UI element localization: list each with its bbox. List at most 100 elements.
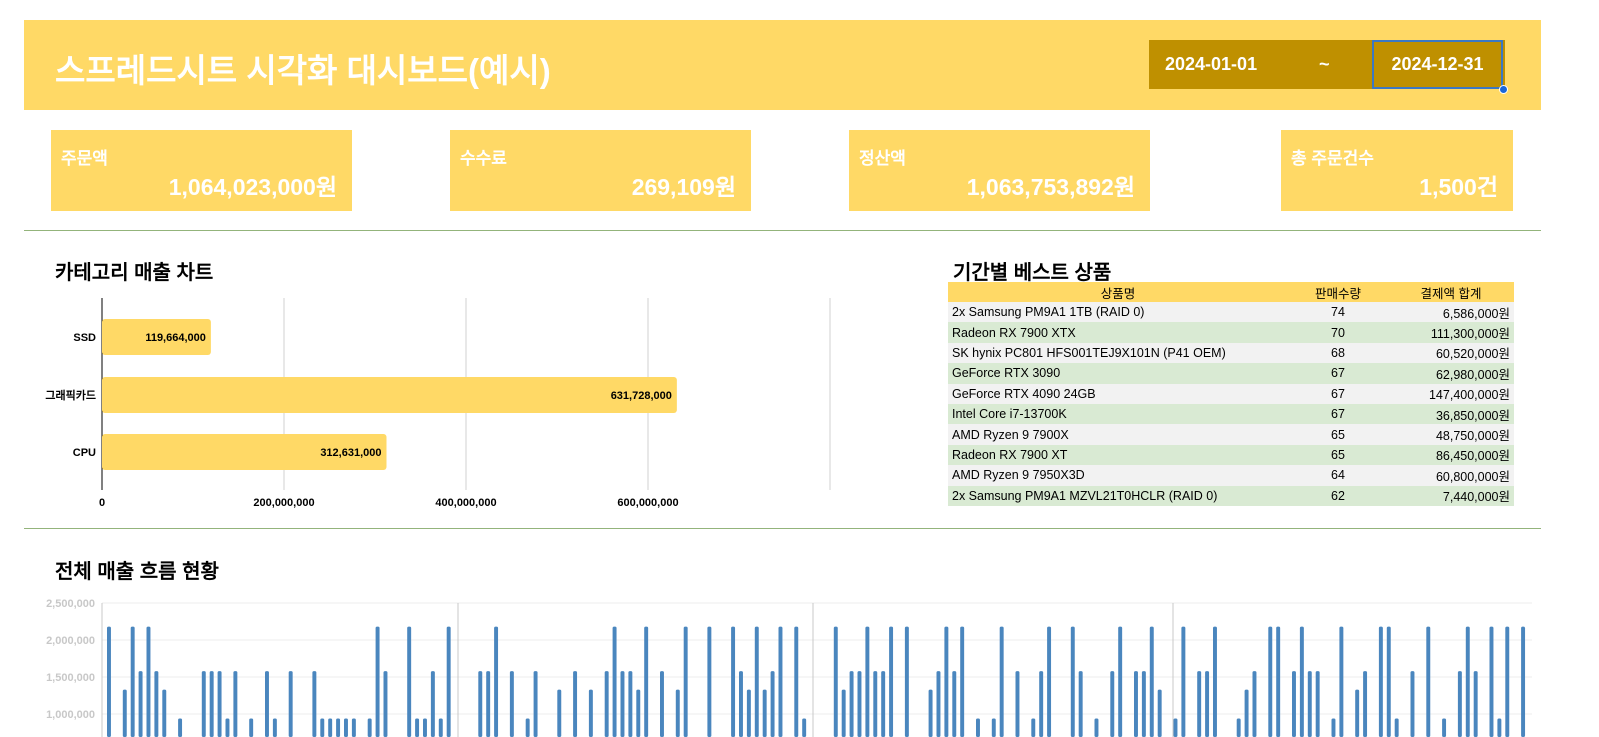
table-row[interactable]: AMD Ryzen 9 7900X 65 48,750,000원: [948, 424, 1514, 445]
table-row[interactable]: Radeon RX 7900 XT 65 86,450,000원: [948, 444, 1514, 466]
y-tick-label: 2,500,000: [46, 598, 95, 610]
sales-bar: [857, 671, 862, 737]
category-chart-title: 카테고리 매출 차트: [55, 262, 214, 284]
sales-bar: [873, 671, 878, 737]
table-row[interactable]: SK hynix PC801 HFS001TEJ9X101N (P41 OEM)…: [948, 342, 1514, 364]
sales-bar: [1070, 626, 1075, 737]
sales-bar: [1394, 718, 1399, 737]
start-date-cell[interactable]: 2024-01-01: [1165, 40, 1257, 89]
sales-bar: [1378, 626, 1383, 737]
sales-bar: [762, 689, 767, 737]
x-tick-label: 600,000,000: [617, 497, 678, 509]
sales-bar: [438, 718, 443, 737]
table-row[interactable]: AMD Ryzen 9 7950X3D 64 60,800,000원: [948, 465, 1514, 486]
sales-bar: [146, 626, 151, 737]
sales-bar: [952, 671, 957, 737]
sales-bar: [1307, 671, 1312, 737]
sales-bar: [904, 626, 909, 737]
sales-bar: [1268, 626, 1273, 737]
kpi-label: 수수료: [460, 149, 507, 168]
sales-bar: [1110, 671, 1115, 737]
kpi-label: 정산액: [859, 149, 906, 168]
bar-value-label: 312,631,000: [320, 447, 381, 459]
cell-qty: 64: [1288, 465, 1388, 486]
table-row[interactable]: 2x Samsung PM9A1 MZVL21T0HCLR (RAID 0) 62…: [948, 485, 1514, 506]
section-divider: [24, 528, 1541, 529]
sales-bar: [794, 626, 799, 737]
cell-amount: 60,800,000원: [1388, 465, 1514, 486]
sales-bar: [865, 626, 870, 737]
cell-qty: 68: [1288, 342, 1388, 364]
sales-bar: [1157, 689, 1162, 737]
kpi-label: 주문액: [61, 149, 108, 168]
sales-bar: [178, 718, 183, 737]
sales-bar: [1465, 626, 1470, 737]
x-tick-label: 200,000,000: [253, 497, 314, 509]
sales-bar: [636, 689, 641, 737]
cell-product-name: Radeon RX 7900 XT: [948, 444, 1288, 466]
sales-bar: [509, 671, 514, 737]
dashboard-title: 스프레드시트 시각화 대시보드(예시): [55, 52, 551, 89]
sales-bar: [1047, 626, 1052, 737]
best-products-title: 기간별 베스트 상품: [953, 262, 1112, 284]
table-row[interactable]: 2x Samsung PM9A1 1TB (RAID 0) 74 6,586,000…: [948, 302, 1514, 323]
cell-qty: 65: [1288, 424, 1388, 445]
bar-1: [102, 377, 677, 413]
sales-bar: [130, 626, 135, 737]
category-label: CPU: [73, 447, 96, 459]
sales-bar: [383, 671, 388, 737]
sales-bar: [1015, 671, 1020, 737]
sales-bar: [312, 671, 317, 737]
sales-bar: [154, 671, 159, 737]
cell-product-name: 2x Samsung PM9A1 1TB (RAID 0): [948, 302, 1288, 323]
sales-bar: [881, 671, 886, 737]
cell-product-name: Intel Core i7-13700K: [948, 403, 1288, 425]
kpi-order-amount: 주문액 1,064,023,000원: [51, 130, 352, 211]
sales-bar: [162, 689, 167, 737]
sales-bar: [1141, 671, 1146, 737]
cell-qty: 62: [1288, 485, 1388, 506]
kpi-value: 1,064,023,000원: [168, 174, 337, 200]
sales-bar: [407, 626, 412, 737]
section-divider: [24, 230, 1541, 231]
y-tick-label: 1,500,000: [46, 672, 95, 684]
sales-bar: [351, 718, 356, 737]
sales-bar: [1473, 671, 1478, 737]
cell-qty: 67: [1288, 383, 1388, 404]
table-row[interactable]: Intel Core i7-13700K 67 36,850,000원: [948, 403, 1514, 425]
sales-bar: [533, 671, 538, 737]
sales-bar: [336, 718, 341, 737]
sales-bar: [328, 718, 333, 737]
cell-qty: 74: [1288, 302, 1388, 323]
sales-bar: [849, 671, 854, 737]
sales-bar: [976, 718, 980, 737]
sales-bar: [889, 626, 894, 737]
category-sales-chart: SSD 119,664,000 그래픽카드 631,728,000 CPU 312,631…: [45, 298, 831, 509]
table-row[interactable]: GeForce RTX 4090 24GB 67 147,400,000원: [948, 383, 1514, 404]
table-header-row: 상품명 판매수량 결제액 합계: [948, 282, 1514, 302]
sales-bar: [644, 626, 649, 737]
table-row[interactable]: GeForce RTX 3090 67 62,980,000원: [948, 363, 1514, 384]
table-row[interactable]: Radeon RX 7900 XTX 70 111,300,000원: [948, 322, 1514, 343]
cell-product-name: SK hynix PC801 HFS001TEJ9X101N (P41 OEM): [948, 342, 1288, 364]
cell-amount: 6,586,000원: [1388, 302, 1514, 323]
sales-bar: [272, 718, 277, 737]
sales-bar: [841, 689, 846, 737]
sales-flow-chart: 1,000,000 1,500,000 2,000,000 2,500,000: [46, 598, 1532, 737]
sales-bar: [936, 671, 941, 737]
cell-fill-handle[interactable]: [1499, 85, 1508, 94]
sales-bar: [1442, 718, 1447, 737]
sales-bar: [683, 626, 688, 737]
sales-bar: [525, 718, 530, 737]
sales-bar: [415, 718, 420, 737]
category-label: SSD: [73, 332, 96, 344]
sales-bar: [557, 689, 562, 737]
sales-bar: [802, 718, 807, 737]
sales-bar: [249, 718, 254, 737]
sales-bar: [1252, 671, 1257, 737]
end-date-cell[interactable]: 2024-12-31: [1372, 40, 1503, 89]
sales-bar: [770, 671, 775, 737]
date-range: 2024-01-01 ~ 2024-12-31: [1149, 40, 1505, 89]
sales-bar: [486, 671, 491, 737]
cell-product-name: AMD Ryzen 9 7950X3D: [948, 465, 1288, 486]
